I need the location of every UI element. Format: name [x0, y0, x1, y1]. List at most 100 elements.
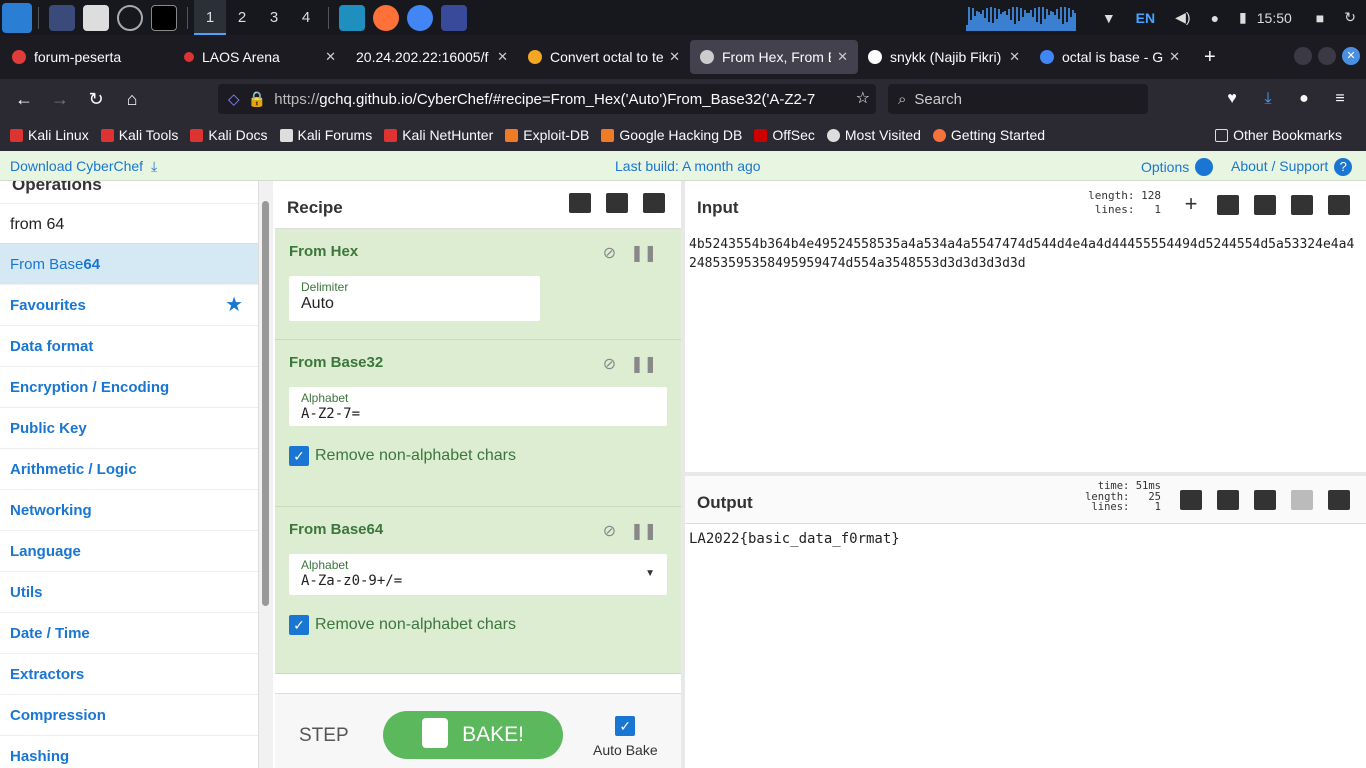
volume-icon[interactable]: ◀): [1175, 9, 1190, 26]
home-button[interactable]: ⌂: [114, 89, 150, 110]
disable-op-icon[interactable]: ⊘: [603, 243, 616, 263]
remove-non-alphabet-checkbox[interactable]: ✓ Remove non-alphabet chars: [289, 615, 667, 635]
bookmark-kali-tools[interactable]: Kali Tools: [100, 127, 178, 143]
category-hashing[interactable]: Hashing: [0, 736, 258, 768]
download-cyberchef-link[interactable]: Download CyberChef ⤓: [10, 158, 157, 175]
load-recipe-icon[interactable]: [606, 193, 628, 213]
tab-google-search[interactable]: octal is base - Goo ✕: [1030, 40, 1190, 74]
menu-icon[interactable]: ≡: [1322, 90, 1358, 108]
operations-scrollbar[interactable]: [259, 181, 273, 768]
category-extractors[interactable]: Extractors: [0, 654, 258, 695]
save-recipe-icon[interactable]: [569, 193, 591, 213]
breakpoint-icon[interactable]: ❚❚: [630, 354, 657, 374]
close-tab-icon[interactable]: ✕: [497, 49, 508, 65]
new-tab-button[interactable]: +: [1204, 46, 1216, 69]
step-button[interactable]: STEP: [299, 725, 349, 747]
disable-op-icon[interactable]: ⊘: [603, 354, 616, 374]
category-date-time[interactable]: Date / Time: [0, 613, 258, 654]
bookmark-kali-docs[interactable]: Kali Docs: [190, 127, 268, 143]
close-window-button[interactable]: ✕: [1342, 47, 1360, 65]
chrome-window-icon[interactable]: [407, 4, 433, 31]
bake-button[interactable]: BAKE!: [383, 711, 563, 759]
remove-non-alphabet-checkbox[interactable]: ✓ Remove non-alphabet chars: [289, 446, 667, 466]
category-language[interactable]: Language: [0, 531, 258, 572]
recipe-op-from-base64[interactable]: From Base64 ⊘ ❚❚ Alphabet A-Za-z0-9+/= ▼ …: [275, 507, 681, 674]
checkbox-checked-icon[interactable]: ✓: [289, 615, 309, 635]
workspace-1[interactable]: 1: [194, 0, 226, 35]
bookmark-kali-linux[interactable]: Kali Linux: [10, 127, 89, 143]
bookmark-kali-forums[interactable]: Kali Forums: [279, 127, 372, 143]
power-icon[interactable]: ↻: [1344, 9, 1356, 26]
lock-icon[interactable]: 🔒: [248, 90, 267, 108]
minimize-button[interactable]: [1294, 47, 1312, 65]
save-output-icon[interactable]: [1180, 490, 1202, 510]
category-public-key[interactable]: Public Key: [0, 408, 258, 449]
downloads-icon[interactable]: ⤓: [1250, 90, 1286, 108]
other-bookmarks[interactable]: Other Bookmarks: [1215, 127, 1342, 143]
workspace-2[interactable]: 2: [226, 0, 258, 35]
bookmark-google-hacking-db[interactable]: Google Hacking DB: [601, 127, 742, 143]
bookmark-most-visited[interactable]: Most Visited: [826, 127, 921, 143]
app-window-icon[interactable]: [339, 4, 365, 31]
close-tab-icon[interactable]: ✕: [1009, 49, 1020, 65]
notification-bell-icon[interactable]: ●: [1211, 10, 1219, 26]
kali-menu-icon[interactable]: [2, 2, 32, 33]
alphabet-select[interactable]: Alphabet A-Za-z0-9+/= ▼: [289, 554, 667, 595]
terminal-icon[interactable]: [151, 4, 177, 31]
chevron-down-icon[interactable]: ▼: [645, 568, 655, 579]
replace-input-icon[interactable]: [1254, 490, 1276, 510]
wifi-icon[interactable]: ▼: [1102, 10, 1116, 26]
firefox-window-icon[interactable]: [373, 4, 399, 31]
clear-input-icon[interactable]: [1291, 195, 1313, 215]
checkbox-checked-icon[interactable]: ✓: [615, 716, 636, 736]
bookmark-exploit-db[interactable]: Exploit-DB: [505, 127, 589, 143]
bookmark-kali-nethunter[interactable]: Kali NetHunter: [384, 127, 493, 143]
desktop-icon[interactable]: [49, 4, 75, 31]
recipe-op-from-hex[interactable]: From Hex ⊘ ❚❚ Delimiter Auto: [275, 229, 681, 340]
input-textarea[interactable]: 4b5243554b364b4e49524558535a4a534a4a5547…: [685, 229, 1366, 279]
category-compression[interactable]: Compression: [0, 695, 258, 736]
tab-github-snykk[interactable]: snykk (Najib Fikri) ✕: [858, 40, 1030, 74]
back-button[interactable]: ←: [6, 89, 42, 110]
maximize-output-icon[interactable]: [1328, 490, 1350, 510]
auto-bake-checkbox[interactable]: ✓ Auto Bake: [593, 716, 658, 758]
open-file-icon[interactable]: [1254, 195, 1276, 215]
pocket-icon[interactable]: ♥: [1214, 90, 1250, 108]
close-tab-icon[interactable]: ✕: [837, 49, 848, 65]
forward-button[interactable]: →: [42, 89, 78, 110]
category-networking[interactable]: Networking: [0, 490, 258, 531]
tab-ip-address[interactable]: 20.24.202.22:16005/f ✕: [346, 40, 518, 74]
close-tab-icon[interactable]: ✕: [325, 49, 336, 65]
account-icon[interactable]: ●: [1286, 90, 1322, 108]
disable-op-icon[interactable]: ⊘: [603, 521, 616, 541]
browser-launcher-icon[interactable]: [117, 4, 143, 31]
breakpoint-icon[interactable]: ❚❚: [630, 243, 657, 263]
close-tab-icon[interactable]: ✕: [669, 49, 680, 65]
copy-output-icon[interactable]: [1217, 490, 1239, 510]
reset-layout-icon[interactable]: [1328, 195, 1350, 215]
bookmark-star-icon[interactable]: ☆: [856, 88, 870, 108]
tab-cyberchef[interactable]: From Hex, From B ✕: [690, 40, 858, 74]
file-manager-icon[interactable]: [83, 4, 109, 31]
operation-from-base64[interactable]: From Base64: [0, 244, 258, 285]
category-utils[interactable]: Utils: [0, 572, 258, 613]
checkbox-checked-icon[interactable]: ✓: [289, 446, 309, 466]
recipe-op-from-base32[interactable]: From Base32 ⊘ ❚❚ Alphabet A-Z2-7= ✓ Remov…: [275, 340, 681, 507]
folder-window-icon[interactable]: [441, 4, 467, 31]
workspace-4[interactable]: 4: [290, 0, 322, 35]
operations-search-input[interactable]: from 64: [0, 203, 258, 244]
keyboard-layout[interactable]: EN: [1136, 10, 1155, 26]
tracking-shield-icon[interactable]: ◇: [228, 90, 240, 108]
bookmark-getting-started[interactable]: Getting Started: [932, 127, 1045, 143]
tab-convert-octal[interactable]: Convert octal to te ✕: [518, 40, 690, 74]
open-folder-icon[interactable]: [1217, 195, 1239, 215]
url-bar[interactable]: ◇ 🔒 https://gchq.github.io/CyberChef/#re…: [218, 84, 876, 114]
reload-button[interactable]: ↻: [78, 89, 114, 110]
options-button[interactable]: Options: [1141, 158, 1214, 176]
category-encryption-encoding[interactable]: Encryption / Encoding: [0, 367, 258, 408]
about-support-button[interactable]: About / Support?: [1231, 158, 1353, 176]
close-tab-icon[interactable]: ✕: [1169, 49, 1180, 65]
tab-laos-arena[interactable]: LAOS Arena ✕: [174, 40, 346, 74]
category-favourites[interactable]: Favourites ★: [0, 285, 258, 326]
workspace-3[interactable]: 3: [258, 0, 290, 35]
